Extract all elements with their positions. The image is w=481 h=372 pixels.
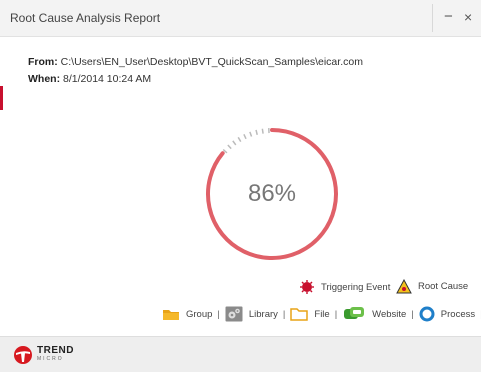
library-gears-icon [225,306,243,322]
minimize-button[interactable]: − [444,9,453,25]
progress-ring: 86% [202,124,342,264]
legend-process-label: Process [441,309,475,320]
legend-website-label: Website [372,309,406,320]
footer-bar: TREND MICRO [0,336,481,372]
legend-separator: | [217,309,219,320]
legend-separator: | [411,309,413,320]
progress-percent: 86% [202,124,342,264]
logo-brand: TREND [37,346,74,355]
legend-separator: | [335,309,337,320]
legend-root-cause-label: Root Cause [418,281,468,292]
website-icon [342,306,366,322]
window-title: Root Cause Analysis Report [10,11,160,25]
legend-group-label: Group [186,309,212,320]
legend-root-cause: Root Cause [396,279,468,294]
side-accent [0,86,3,110]
when-label: When: [28,73,60,85]
trend-micro-logo-icon [13,345,33,365]
legend-triggering-event: Triggering Event [299,279,390,295]
legend-triggering-event-label: Triggering Event [321,282,390,293]
process-ring-icon [419,306,435,322]
logo-brand-sub: MICRO [37,355,74,364]
group-folder-icon [162,307,180,321]
virus-icon [299,279,315,295]
close-button[interactable]: × [464,9,472,25]
warning-icon [396,279,412,294]
legend-library-label: Library [249,309,278,320]
titlebar-divider [432,4,433,32]
trend-micro-logo: TREND MICRO [13,345,74,365]
when-value: 8/1/2014 10:24 AM [63,73,151,85]
legend-file-label: File [314,309,329,320]
legend-types: Group | Library | File | Website | Proce… [162,306,481,322]
from-path: C:\Users\EN_User\Desktop\BVT_QuickScan_S… [61,56,363,68]
from-line: From: C:\Users\EN_User\Desktop\BVT_Quick… [28,56,363,68]
legend-separator: | [283,309,285,320]
file-folder-icon [290,307,308,321]
when-line: When: 8/1/2014 10:24 AM [28,73,151,85]
title-bar: Root Cause Analysis Report − × [0,0,481,37]
from-label: From: [28,56,58,68]
